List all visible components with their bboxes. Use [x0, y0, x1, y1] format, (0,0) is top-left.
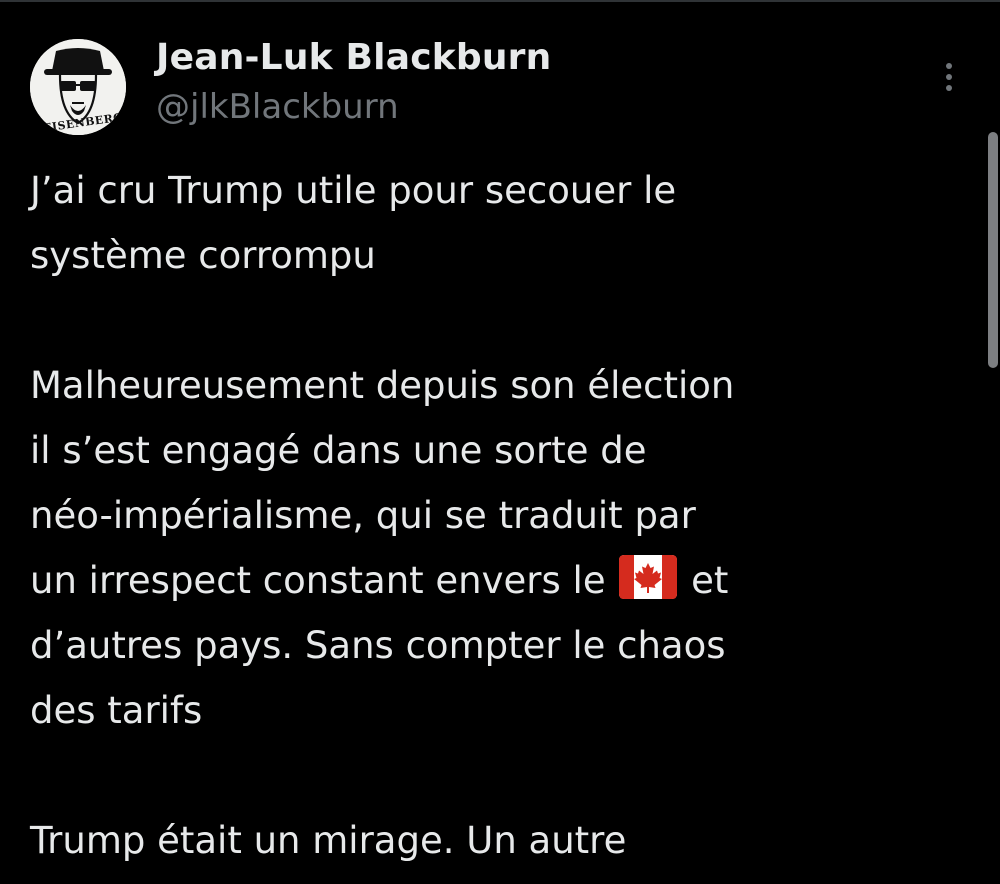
top-divider	[0, 0, 1000, 2]
tweet-line: J’ai cru Trump utile pour secouer le	[30, 169, 677, 212]
tweet-line: Trump était un mirage. Un autre	[30, 819, 627, 862]
tweet-line: des tarifs	[30, 689, 203, 732]
tweet-line: un irrespect constant envers le et	[30, 548, 930, 613]
tweet-line: d’autres pays. Sans compter le chaos	[30, 624, 726, 667]
paragraph-break	[30, 288, 930, 353]
tweet-line-text: un irrespect constant envers le	[30, 559, 606, 602]
scrollbar-thumb[interactable]	[988, 132, 998, 368]
tweet-line: il s’est engagé dans une sorte de	[30, 429, 647, 472]
author-display-name[interactable]: Jean-Luk Blackburn	[156, 36, 551, 80]
paragraph-break	[30, 743, 930, 808]
author-handle[interactable]: @jlkBlackburn	[156, 86, 551, 128]
more-vertical-icon	[946, 63, 952, 91]
tweet-header: HEISENBERG Jean-Luk Blackburn @jlkBlackb…	[30, 36, 970, 136]
tweet-line: néo-impérialisme, qui se traduit par	[30, 494, 696, 537]
tweet-line: Malheureusement depuis son élection	[30, 364, 735, 407]
tweet-text: J’ai cru Trump utile pour secouer le syst…	[30, 158, 930, 873]
tweet-line: système corrompu	[30, 234, 376, 277]
author-names: Jean-Luk Blackburn @jlkBlackburn	[156, 36, 551, 128]
more-options-button[interactable]	[934, 58, 964, 96]
canada-flag-icon	[619, 555, 678, 599]
tweet-line-text: et	[691, 559, 729, 602]
avatar[interactable]: HEISENBERG	[30, 39, 126, 135]
